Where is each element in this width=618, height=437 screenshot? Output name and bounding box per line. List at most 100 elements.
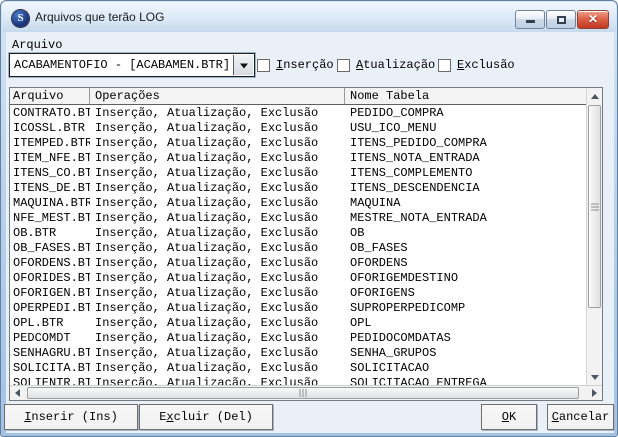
table-row[interactable]: NFE_MEST.BTR Inserção, Atualização, Excl… — [10, 211, 586, 226]
cell-arquivo: CONTRATO.BTR — [10, 106, 90, 121]
table-row[interactable]: ICOSSL.BTR Inserção, Atualização, Exclus… — [10, 121, 586, 136]
cell-operacoes: Inserção, Atualização, Exclusão — [90, 181, 345, 196]
cell-nome-tabela: SOLICITACAO — [345, 361, 586, 376]
cell-nome-tabela: USU_ICO_MENU — [345, 121, 586, 136]
horizontal-scrollbar[interactable] — [10, 385, 602, 400]
cell-arquivo: OPERPEDI.BTR — [10, 301, 90, 316]
cell-nome-tabela: MESTRE_NOTA_ENTRADA — [345, 211, 586, 226]
cell-nome-tabela: ITENS_DESCENDENCIA — [345, 181, 586, 196]
table-row[interactable]: MAQUINA.BTR Inserção, Atualização, Exclu… — [10, 196, 586, 211]
cell-arquivo: OFORDENS.BTR — [10, 256, 90, 271]
checkbox-atualizacao-box[interactable] — [337, 59, 350, 72]
horizontal-scrollbar-thumb[interactable] — [27, 387, 579, 399]
cell-nome-tabela: SUPROPERPEDICOMP — [345, 301, 586, 316]
cell-operacoes: Inserção, Atualização, Exclusão — [90, 316, 345, 331]
vertical-scrollbar[interactable] — [586, 88, 602, 385]
dialog-client-area: Arquivo ACABAMENTOFIO - [ACABAMEN.BTR] I… — [6, 32, 614, 433]
table-row[interactable]: ITENS_CO.BTR Inserção, Atualização, Excl… — [10, 166, 586, 181]
cell-operacoes: Inserção, Atualização, Exclusão — [90, 376, 345, 385]
cell-arquivo: OFORIDES.BTR — [10, 271, 90, 286]
cancelar-button[interactable]: Cancelar — [547, 404, 614, 430]
cell-nome-tabela: ITENS_NOTA_ENTRADA — [345, 151, 586, 166]
scroll-left-button[interactable] — [10, 386, 26, 400]
ok-button[interactable]: OK — [481, 404, 537, 430]
table-row[interactable]: OFORDENS.BTR Inserção, Atualização, Excl… — [10, 256, 586, 271]
cell-operacoes: Inserção, Atualização, Exclusão — [90, 106, 345, 121]
cell-nome-tabela: SOLICITACAO_ENTREGA — [345, 376, 586, 385]
cell-arquivo: ITEMPED.BTR — [10, 136, 90, 151]
list-header: Arquivo Operações Nome Tabela — [10, 88, 586, 105]
title-bar[interactable]: S Arquivos que terão LOG ✕ — [2, 2, 616, 32]
checkbox-atualizacao[interactable]: Atualização — [337, 58, 435, 72]
table-row[interactable]: OFORIGEN.BTR Inserção, Atualização, Excl… — [10, 286, 586, 301]
cell-operacoes: Inserção, Atualização, Exclusão — [90, 211, 345, 226]
maximize-button[interactable] — [546, 10, 576, 29]
cell-nome-tabela: OFORDENS — [345, 256, 586, 271]
window-title: Arquivos que terão LOG — [35, 10, 164, 24]
app-logo-icon: S — [12, 10, 29, 27]
excluir-button[interactable]: Excluir (Del) — [139, 404, 273, 430]
table-row[interactable]: OFORIDES.BTR Inserção, Atualização, Excl… — [10, 271, 586, 286]
scroll-right-button[interactable] — [586, 386, 602, 400]
cell-nome-tabela: PEDIDO_COMPRA — [345, 106, 586, 121]
cell-nome-tabela: OB_FASES — [345, 241, 586, 256]
chevron-down-icon — [240, 64, 248, 69]
cell-arquivo: PEDCOMDT — [10, 331, 90, 346]
cell-arquivo: SOLICITA.BTR — [10, 361, 90, 376]
table-row[interactable]: SENHAGRU.BTR Inserção, Atualização, Excl… — [10, 346, 586, 361]
dialog-window: S Arquivos que terão LOG ✕ Arquivo ACABA… — [0, 0, 618, 437]
checkbox-exclusao[interactable]: Exclusão — [438, 58, 515, 72]
cell-nome-tabela: ITENS_COMPLEMENTO — [345, 166, 586, 181]
cell-operacoes: Inserção, Atualização, Exclusão — [90, 301, 345, 316]
cell-operacoes: Inserção, Atualização, Exclusão — [90, 151, 345, 166]
cell-operacoes: Inserção, Atualização, Exclusão — [90, 286, 345, 301]
header-arquivo: Arquivo — [10, 88, 90, 104]
cell-operacoes: Inserção, Atualização, Exclusão — [90, 241, 345, 256]
table-body: CONTRATO.BTR Inserção, Atualização, Excl… — [10, 106, 586, 385]
scroll-left-icon — [15, 389, 20, 397]
table-row[interactable]: SOLICITA.BTR Inserção, Atualização, Excl… — [10, 361, 586, 376]
scroll-up-icon — [591, 94, 599, 99]
cell-operacoes: Inserção, Atualização, Exclusão — [90, 361, 345, 376]
cell-arquivo: ITENS_CO.BTR — [10, 166, 90, 181]
log-files-list: Arquivo Operações Nome Tabela CONTRATO.B… — [9, 87, 603, 401]
table-row[interactable]: OB_FASES.BTR Inserção, Atualização, Excl… — [10, 241, 586, 256]
table-row[interactable]: OPERPEDI.BTR Inserção, Atualização, Excl… — [10, 301, 586, 316]
arquivo-combobox[interactable]: ACABAMENTOFIO - [ACABAMEN.BTR] — [9, 53, 255, 77]
table-row[interactable]: ITENS_DE.BTR Inserção, Atualização, Excl… — [10, 181, 586, 196]
table-row[interactable]: SOLIENTR.BTR Inserção, Atualização, Excl… — [10, 376, 586, 385]
cell-arquivo: SENHAGRU.BTR — [10, 346, 90, 361]
close-button[interactable]: ✕ — [577, 10, 609, 29]
minimize-button[interactable] — [515, 10, 545, 29]
header-nome-tabela: Nome Tabela — [345, 88, 586, 104]
scrollbar-grip-icon — [300, 389, 307, 397]
checkbox-atualizacao-label: Atualização — [356, 58, 435, 72]
scroll-up-button[interactable] — [587, 88, 602, 105]
table-row[interactable]: OB.BTR Inserção, Atualização, Exclusão O… — [10, 226, 586, 241]
cell-operacoes: Inserção, Atualização, Exclusão — [90, 196, 345, 211]
cell-arquivo: OB_FASES.BTR — [10, 241, 90, 256]
cell-operacoes: Inserção, Atualização, Exclusão — [90, 346, 345, 361]
cell-nome-tabela: PEDIDOCOMDATAS — [345, 331, 586, 346]
cell-operacoes: Inserção, Atualização, Exclusão — [90, 331, 345, 346]
table-row[interactable]: ITEMPED.BTR Inserção, Atualização, Exclu… — [10, 136, 586, 151]
cell-operacoes: Inserção, Atualização, Exclusão — [90, 256, 345, 271]
table-row[interactable]: PEDCOMDT Inserção, Atualização, Exclusão… — [10, 331, 586, 346]
checkbox-exclusao-box[interactable] — [438, 59, 451, 72]
combobox-dropdown-button[interactable] — [233, 55, 253, 75]
scroll-down-button[interactable] — [587, 369, 602, 385]
table-row[interactable]: OPL.BTR Inserção, Atualização, Exclusão … — [10, 316, 586, 331]
minimize-icon — [526, 20, 535, 23]
close-icon: ✕ — [578, 12, 608, 26]
cell-nome-tabela: SENHA_GRUPOS — [345, 346, 586, 361]
checkbox-insercao-box[interactable] — [257, 59, 270, 72]
table-row[interactable]: ITEM_NFE.BTR Inserção, Atualização, Excl… — [10, 151, 586, 166]
table-row[interactable]: CONTRATO.BTR Inserção, Atualização, Excl… — [10, 106, 586, 121]
vertical-scrollbar-thumb[interactable] — [588, 105, 601, 308]
scroll-down-icon — [591, 375, 599, 380]
checkbox-insercao-label: Inserção — [276, 58, 334, 72]
cell-arquivo: OPL.BTR — [10, 316, 90, 331]
cell-nome-tabela: ITENS_PEDIDO_COMPRA — [345, 136, 586, 151]
checkbox-insercao[interactable]: Inserção — [257, 58, 334, 72]
inserir-button[interactable]: Inserir (Ins) — [4, 404, 138, 430]
